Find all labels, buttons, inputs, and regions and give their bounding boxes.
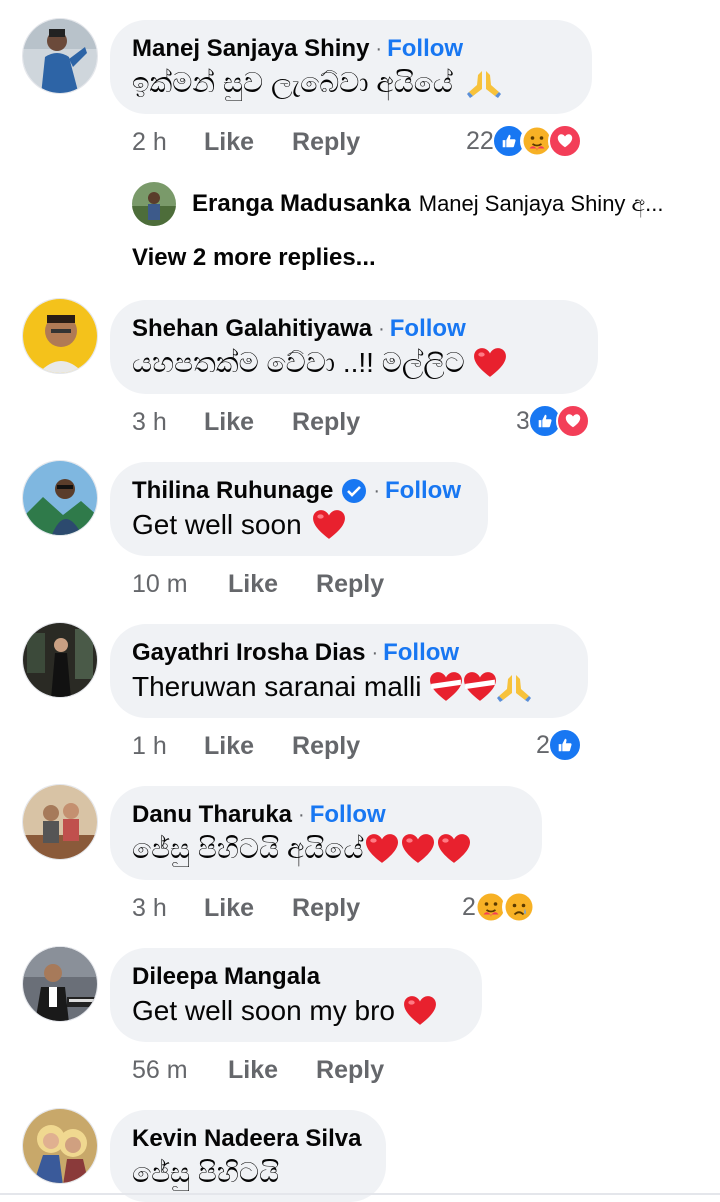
heart-icon	[473, 347, 507, 379]
avatar[interactable]	[22, 298, 98, 374]
like-reaction-icon	[547, 728, 582, 762]
reaction-summary[interactable]: 22	[466, 124, 582, 158]
view-more-replies-link[interactable]: View 2 more replies...	[132, 244, 376, 272]
comment-actions: 10 m Like Reply	[132, 570, 384, 599]
reply-button[interactable]: Reply	[292, 894, 360, 923]
follow-button[interactable]: Follow	[387, 34, 463, 64]
timestamp[interactable]: 1 h	[132, 732, 204, 761]
like-button[interactable]: Like	[228, 1056, 278, 1085]
comment-text: ජේසු පිහිටයි	[132, 1157, 280, 1188]
commenter-name[interactable]: Danu Tharuka	[132, 800, 292, 830]
follow-button[interactable]: Follow	[385, 476, 461, 506]
commenter-name[interactable]: Thilina Ruhunage	[132, 476, 333, 506]
reply-button[interactable]: Reply	[292, 128, 360, 157]
follow-button[interactable]: Follow	[310, 800, 386, 830]
reply-text: Manej Sanjaya Shiny අ...	[418, 191, 664, 216]
avatar[interactable]	[22, 784, 98, 860]
comment-bubble: Manej Sanjaya Shiny · Follow ඉක්මන් සුව …	[110, 20, 592, 114]
avatar[interactable]	[22, 18, 98, 94]
separator-dot: ·	[298, 804, 305, 826]
like-button[interactable]: Like	[228, 570, 278, 599]
follow-button[interactable]: Follow	[383, 638, 459, 668]
reply-button[interactable]: Reply	[292, 732, 360, 761]
reaction-summary[interactable]: 3	[516, 404, 590, 438]
heart-icon	[403, 995, 437, 1027]
comment-bubble: Gayathri Irosha Dias · Follow Theruwan s…	[110, 624, 588, 718]
ribbon-heart-icon	[429, 671, 463, 703]
comment-text: Get well soon	[132, 509, 302, 540]
comment-bubble: Shehan Galahitiyawa · Follow යහපතක්ම වේව…	[110, 300, 598, 394]
comment-text: යහපතක්ම වේවා ..!! මල්ලිට	[132, 347, 465, 378]
pray-icon	[497, 671, 531, 703]
comment-bubble: Dileepa Mangala Get well soon my bro	[110, 948, 482, 1042]
reply-button[interactable]: Reply	[316, 570, 384, 599]
avatar[interactable]	[22, 1108, 98, 1184]
like-button[interactable]: Like	[204, 128, 254, 157]
heart-icon	[364, 833, 400, 865]
commenter-name[interactable]: Dileepa Mangala	[132, 962, 320, 992]
avatar[interactable]	[22, 460, 98, 536]
comment-actions: 3 h Like Reply	[132, 408, 360, 437]
heart-icon	[312, 509, 346, 541]
timestamp[interactable]: 10 m	[132, 570, 228, 599]
reaction-summary[interactable]: 2	[462, 890, 536, 924]
like-button[interactable]: Like	[204, 408, 254, 437]
reply-button[interactable]: Reply	[292, 408, 360, 437]
woman-dark-room-icon	[23, 623, 97, 697]
comment-actions: 3 h Like Reply	[132, 894, 360, 923]
sad-reaction-icon	[501, 890, 536, 924]
follow-button[interactable]: Follow	[390, 314, 466, 344]
timestamp[interactable]: 56 m	[132, 1056, 228, 1085]
comment-bubble: Danu Tharuka · Follow ජේසු පිහිටයි අයියේ	[110, 786, 542, 880]
reply-author-name[interactable]: Eranga Madusanka	[192, 190, 411, 218]
love-reaction-icon	[555, 404, 590, 438]
reply-preview[interactable]: Eranga Madusanka Manej Sanjaya Shiny අ..…	[132, 182, 663, 226]
comment-actions: 56 m Like Reply	[132, 1056, 384, 1085]
like-button[interactable]: Like	[204, 732, 254, 761]
comment-bubble: Thilina Ruhunage · Follow Get well soon	[110, 462, 488, 556]
reply-button[interactable]: Reply	[316, 1056, 384, 1085]
comment-text: Theruwan saranai malli	[132, 671, 422, 702]
heart-icon	[400, 833, 436, 865]
avatar[interactable]	[132, 182, 176, 226]
commenter-name[interactable]: Kevin Nadeera Silva	[132, 1124, 361, 1154]
commenter-name[interactable]: Shehan Galahitiyawa	[132, 314, 372, 344]
love-reaction-icon	[547, 124, 582, 158]
reaction-count: 22	[466, 126, 494, 155]
reaction-summary[interactable]: 2	[536, 728, 582, 762]
man-keyboard-icon	[23, 947, 97, 1021]
timestamp[interactable]: 2 h	[132, 128, 204, 157]
timestamp[interactable]: 3 h	[132, 894, 204, 923]
smiling-man-yellow-icon	[23, 299, 97, 373]
comment-bubble: Kevin Nadeera Silva ජේසු පිහිටයි	[110, 1110, 386, 1202]
separator-dot: ·	[371, 642, 379, 664]
couple-photo-icon	[23, 785, 97, 859]
comment-text: ජේසු පිහිටයි අයියේ	[132, 833, 364, 864]
commenter-name[interactable]: Manej Sanjaya Shiny	[132, 34, 369, 64]
divider	[0, 1193, 720, 1195]
heart-icon	[436, 833, 472, 865]
man-mountains-icon	[23, 461, 97, 535]
religious-painting-icon	[23, 1109, 97, 1183]
separator-dot: ·	[373, 480, 380, 502]
like-button[interactable]: Like	[204, 894, 254, 923]
separator-dot: ·	[378, 318, 385, 340]
avatar[interactable]	[22, 946, 98, 1022]
comment-actions: 2 h Like Reply	[132, 128, 360, 157]
comment-text: ඉක්මන් සුව ලැබේවා අයියේ	[132, 67, 453, 98]
ribbon-heart-icon	[463, 671, 497, 703]
comment-text: Get well soon my bro	[132, 995, 395, 1026]
verified-badge-icon	[341, 478, 367, 504]
comment-actions: 1 h Like Reply	[132, 732, 360, 761]
commenter-name[interactable]: Gayathri Irosha Dias	[132, 638, 365, 668]
pray-icon	[467, 67, 501, 99]
timestamp[interactable]: 3 h	[132, 408, 204, 437]
man-in-blue-suit-icon	[23, 19, 97, 93]
avatar[interactable]	[22, 622, 98, 698]
man-in-field-icon	[132, 182, 176, 226]
separator-dot: ·	[375, 38, 383, 60]
